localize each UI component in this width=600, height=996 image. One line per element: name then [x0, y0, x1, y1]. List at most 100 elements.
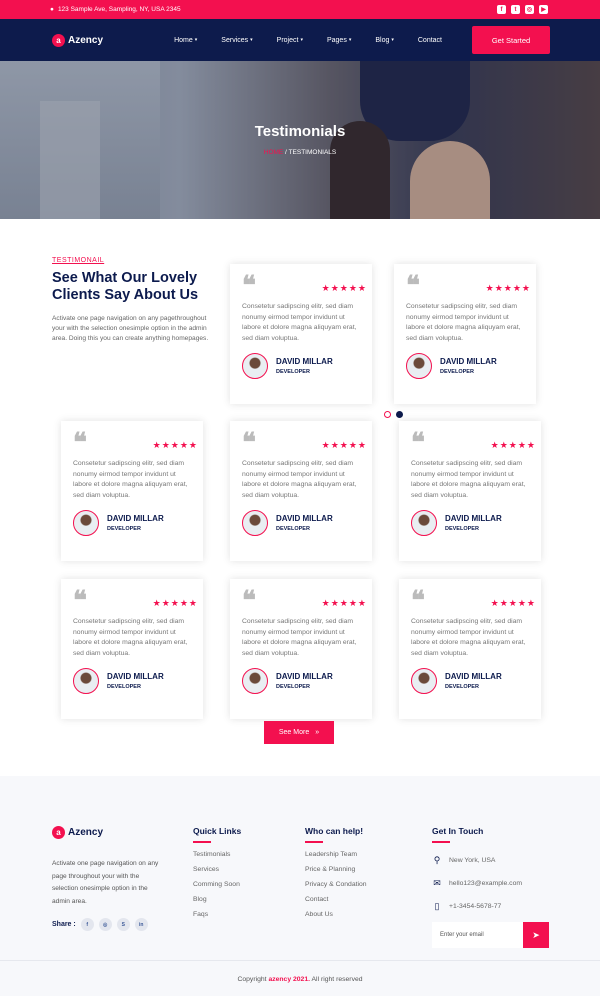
nav-item-pages[interactable]: Pages ▾ [315, 37, 363, 44]
client-role: DEVELOPER [276, 684, 310, 690]
address-text: 123 Sample Ave, Sampling, NY, USA 2345 [57, 6, 181, 13]
testimonial-card: ❝ ★★★★★ Consetetur sadipscing elitr, sed… [394, 264, 536, 404]
client-name: DAVID MILLAR [107, 514, 164, 523]
quick-links: Quick Links Testimonials Services Commin… [193, 826, 241, 918]
help-links: Who can help! Leadership Team Price & Pl… [305, 826, 367, 918]
testimonial-card: ❝ ★★★★★ Consetetur sadipscing elitr, sed… [61, 579, 203, 719]
skype-icon[interactable]: S [116, 918, 130, 931]
client-name: DAVID MILLAR [107, 672, 164, 681]
testimonials-section: TESTIMONAIL See What Our Lovely Clients … [0, 219, 600, 775]
see-more-button[interactable]: See More » [264, 721, 334, 744]
footer-link[interactable]: Blog [193, 896, 241, 903]
carousel-dots [384, 411, 403, 418]
rating-stars: ★★★★★ [321, 283, 367, 293]
copyright-brand[interactable]: azency 2021. [268, 976, 310, 983]
linkedin-icon[interactable]: in [134, 918, 148, 931]
page-title: Testimonials [254, 123, 346, 140]
client-name: DAVID MILLAR [440, 357, 497, 366]
nav-item-blog[interactable]: Blog ▾ [363, 37, 406, 44]
chevron-down-icon: ▾ [391, 37, 394, 43]
location-pin-icon: ⚲ [433, 855, 441, 865]
twitter-icon[interactable]: t [511, 5, 520, 14]
nav-item-project[interactable]: Project ▾ [265, 37, 315, 44]
footer-about: a Azency Activate one page navigation on… [52, 826, 162, 931]
breadcrumb-home[interactable]: HOME [264, 149, 284, 156]
get-started-button[interactable]: Get Started [472, 26, 550, 54]
rating-stars: ★★★★★ [321, 440, 367, 450]
contact-email[interactable]: hello123@example.com [449, 880, 522, 887]
phone-icon: ▯ [434, 901, 440, 911]
client-role: DEVELOPER [107, 526, 141, 532]
hero-overlay [0, 61, 600, 219]
avatar [73, 668, 99, 694]
footer-link[interactable]: Price & Planning [305, 866, 367, 873]
copyright-suffix: All right reserved [310, 976, 363, 983]
chevron-down-icon: ▾ [250, 37, 253, 43]
chevron-down-icon: ▾ [348, 37, 352, 43]
avatar [406, 353, 432, 379]
section-heading: See What Our Lovely Clients Say About Us [52, 270, 199, 303]
footer-link[interactable]: Comming Soon [193, 881, 241, 888]
footer-link[interactable]: Testimonials [193, 851, 241, 858]
contact-title: Get In Touch [432, 826, 484, 836]
testimonial-card: ❝ ★★★★★ Consetetur sadipscing elitr, sed… [399, 579, 541, 719]
section-text: Activate one page navigation on any page… [52, 315, 209, 342]
email-input[interactable]: Enter your email [432, 922, 523, 948]
nav-item-contact[interactable]: Contact [406, 37, 454, 44]
testimonial-card: ❝ ★★★★★ Consetetur sadipscing elitr, sed… [61, 421, 203, 561]
title-underline [432, 841, 450, 843]
quick-links-title: Quick Links [193, 826, 242, 836]
send-button[interactable]: ➤ [523, 922, 549, 948]
double-chevron-right-icon: » [315, 729, 320, 736]
top-bar: ● 123 Sample Ave, Sampling, NY, USA 2345… [0, 0, 600, 19]
intro: TESTIMONAIL See What Our Lovely Clients … [52, 257, 212, 344]
footer-link[interactable]: Services [193, 866, 241, 873]
mail-icon: ✉ [433, 878, 441, 888]
facebook-icon[interactable]: f [80, 918, 94, 931]
youtube-icon[interactable]: ▶ [539, 5, 548, 14]
chevron-down-icon: ▾ [194, 37, 198, 43]
client-role: DEVELOPER [440, 369, 474, 375]
testimonial-text: Consetetur sadipscing elitr, sed diam no… [242, 303, 357, 342]
carousel-dot[interactable] [396, 411, 403, 418]
title-underline [193, 841, 211, 843]
nav-item-services[interactable]: Services ▾ [209, 37, 264, 44]
testimonial-text: Consetetur sadipscing elitr, sed diam no… [411, 460, 526, 499]
breadcrumb-current: TESTIMONIALS [288, 149, 337, 156]
logo[interactable]: a Azency [52, 33, 103, 47]
footer-link[interactable]: Leadership Team [305, 851, 367, 858]
facebook-icon[interactable]: f [497, 5, 506, 14]
footer-about-text: Activate one page navigation on any page… [52, 860, 159, 905]
rating-stars: ★★★★★ [490, 440, 536, 450]
client-role: DEVELOPER [276, 526, 310, 532]
see-more-label: See More [278, 729, 310, 736]
dribbble-icon[interactable]: ◎ [98, 918, 112, 931]
contact-phone[interactable]: +1-3454-5678-77 [449, 903, 501, 910]
client-name: DAVID MILLAR [445, 672, 502, 681]
avatar [411, 668, 437, 694]
breadcrumb: HOME / TESTIMONIALS [0, 149, 600, 156]
social-links: f t ◎ ▶ [497, 5, 548, 14]
rating-stars: ★★★★★ [321, 598, 367, 608]
rating-stars: ★★★★★ [152, 598, 198, 608]
nav-item-home[interactable]: Home ▾ [162, 37, 209, 44]
logo-text: Azency [68, 827, 104, 838]
carousel-dot[interactable] [384, 411, 391, 418]
footer-link[interactable]: Contact [305, 896, 367, 903]
rating-stars: ★★★★★ [490, 598, 536, 608]
footer-link[interactable]: About Us [305, 911, 367, 918]
footer-link[interactable]: Faqs [193, 911, 241, 918]
help-title: Who can help! [305, 826, 364, 836]
footer-logo[interactable]: a Azency [52, 826, 162, 839]
footer-link[interactable]: Privacy & Condation [305, 881, 367, 888]
logo-mark: a [52, 33, 65, 47]
address: ● 123 Sample Ave, Sampling, NY, USA 2345 [50, 6, 181, 13]
send-icon: ➤ [532, 929, 540, 940]
footer: a Azency Activate one page navigation on… [0, 776, 600, 996]
location-pin-icon: ● [50, 6, 54, 13]
copyright: Copyright azency 2021. All right reserve… [0, 960, 600, 983]
rating-stars: ★★★★★ [152, 440, 198, 450]
client-name: DAVID MILLAR [445, 514, 502, 523]
instagram-icon[interactable]: ◎ [525, 5, 534, 14]
avatar [242, 510, 268, 536]
